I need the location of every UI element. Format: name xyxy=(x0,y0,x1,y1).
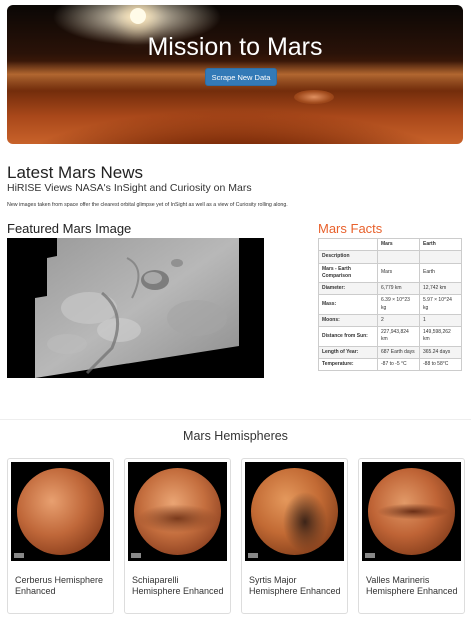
hemisphere-card-valles-marineris[interactable]: Valles Marineris Hemisphere Enhanced xyxy=(358,458,465,614)
crater xyxy=(294,90,334,104)
featured-image-terrain xyxy=(7,238,264,378)
earth-value: 1 xyxy=(419,313,462,328)
hemisphere-card-schiaparelli[interactable]: Schiaparelli Hemisphere Enhanced xyxy=(124,458,231,614)
table-row: Description xyxy=(318,250,462,264)
featured-image-heading: Featured Mars Image xyxy=(7,221,132,236)
row-label: Diameter: xyxy=(318,281,378,296)
mars-value: 6,779 km xyxy=(377,281,420,296)
row-label: Mars - Earth Comparison xyxy=(318,262,378,283)
table-header-row: Mars Earth xyxy=(318,237,462,252)
table-row: Diameter: 6,779 km 12,742 km xyxy=(318,281,462,296)
row-label: Temperature: xyxy=(318,357,378,372)
column-header-mars: Mars xyxy=(377,237,420,252)
mars-value: 687 Earth days xyxy=(377,345,420,359)
hemisphere-title-schiaparelli[interactable]: Schiaparelli Hemisphere Enhanced xyxy=(132,575,228,596)
mars-value: -87 to -5 °C xyxy=(377,357,420,372)
table-row: Distance from Sun: 227,943,824 km 149,598,… xyxy=(318,326,462,347)
mars-value: 6.39 × 10^23 kg xyxy=(377,294,420,315)
hemisphere-title-cerberus[interactable]: Cerberus Hemisphere Enhanced xyxy=(15,575,111,596)
hemisphere-image-syrtis-major[interactable] xyxy=(245,462,344,561)
table-row: Length of Year: 687 Earth days 365.24 days xyxy=(318,345,462,359)
image-credit-tag xyxy=(14,553,24,558)
hemisphere-card-syrtis-major[interactable]: Syrtis Major Hemisphere Enhanced xyxy=(241,458,348,614)
row-label: Distance from Sun: xyxy=(318,326,378,347)
hemisphere-image-cerberus[interactable] xyxy=(11,462,110,561)
hemispheres-heading: Mars Hemispheres xyxy=(183,429,288,443)
news-title: HiRISE Views NASA's InSight and Curiosit… xyxy=(7,182,252,194)
earth-value: Earth xyxy=(419,262,462,283)
sun-glow xyxy=(130,8,146,24)
hemisphere-image-schiaparelli[interactable] xyxy=(128,462,227,561)
table-row: Mass: 6.39 × 10^23 kg 5.97 × 10^24 kg xyxy=(318,294,462,315)
section-divider xyxy=(0,419,471,420)
mars-facts-heading: Mars Facts xyxy=(318,221,383,236)
earth-value: 149,598,262 km xyxy=(419,326,462,347)
image-credit-tag xyxy=(131,553,141,558)
scrape-new-data-button[interactable]: Scrape New Data xyxy=(205,68,277,86)
row-label: Length of Year: xyxy=(318,345,378,359)
mars-facts-table: Mars Earth Description Mars - Earth Compa… xyxy=(318,237,462,372)
image-credit-tag xyxy=(248,553,258,558)
hemisphere-title-valles-marineris[interactable]: Valles Marineris Hemisphere Enhanced xyxy=(366,575,462,596)
earth-value xyxy=(419,250,462,264)
mars-value: 227,943,824 km xyxy=(377,326,420,347)
hero-banner: Mission to Mars Scrape New Data xyxy=(7,5,463,144)
news-paragraph: New images taken from space offer the cl… xyxy=(7,202,288,208)
earth-value: 12,742 km xyxy=(419,281,462,296)
table-row: Mars - Earth Comparison Mars Earth xyxy=(318,262,462,283)
mars-value: Mars xyxy=(377,262,420,283)
featured-image xyxy=(7,238,264,378)
row-label: Description xyxy=(318,250,378,264)
hemisphere-image-valles-marineris[interactable] xyxy=(362,462,461,561)
hemisphere-title-syrtis-major[interactable]: Syrtis Major Hemisphere Enhanced xyxy=(249,575,345,596)
image-credit-tag xyxy=(365,553,375,558)
mars-value xyxy=(377,250,420,264)
earth-value: -88 to 58°C xyxy=(419,357,462,372)
news-heading: Latest Mars News xyxy=(7,163,144,182)
row-label: Mass: xyxy=(318,294,378,315)
earth-value: 5.97 × 10^24 kg xyxy=(419,294,462,315)
table-row: Moons: 2 1 xyxy=(318,313,462,328)
column-header xyxy=(318,237,378,252)
table-row: Temperature: -87 to -5 °C -88 to 58°C xyxy=(318,357,462,372)
mars-value: 2 xyxy=(377,313,420,328)
column-header-earth: Earth xyxy=(419,237,462,252)
page-title: Mission to Mars xyxy=(147,33,323,61)
earth-value: 365.24 days xyxy=(419,345,462,359)
row-label: Moons: xyxy=(318,313,378,328)
hemisphere-card-cerberus[interactable]: Cerberus Hemisphere Enhanced xyxy=(7,458,114,614)
